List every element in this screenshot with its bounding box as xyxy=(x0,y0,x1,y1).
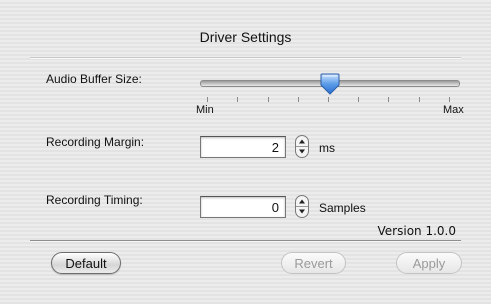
recording-timing-input[interactable]: 0 xyxy=(200,196,286,218)
apply-button[interactable]: Apply xyxy=(396,252,462,274)
slider-max-label: Max xyxy=(443,104,464,116)
slider-tick xyxy=(237,97,238,102)
slider-tick xyxy=(419,97,420,102)
default-button[interactable]: Default xyxy=(51,252,121,274)
revert-button[interactable]: Revert xyxy=(281,252,346,274)
version-label: Version 1.0.0 xyxy=(377,224,456,238)
slider-thumb-icon xyxy=(320,73,340,95)
slider-tick xyxy=(207,97,208,102)
slider-tick xyxy=(388,97,389,102)
audio-buffer-label: Audio Buffer Size: xyxy=(46,72,142,86)
recording-margin-unit: ms xyxy=(319,141,335,155)
slider-min-label: Min xyxy=(196,104,214,116)
audio-buffer-slider-thumb[interactable] xyxy=(319,72,341,96)
recording-margin-stepper[interactable] xyxy=(295,135,309,158)
title-divider xyxy=(30,57,461,59)
recording-margin-label: Recording Margin: xyxy=(46,135,145,149)
slider-tick xyxy=(268,97,269,102)
recording-timing-unit: Samples xyxy=(319,201,366,215)
stepper-arrows-icon xyxy=(295,195,309,218)
slider-tick xyxy=(328,97,329,102)
recording-timing-label: Recording Timing: xyxy=(46,193,143,207)
window-title: Driver Settings xyxy=(199,29,292,45)
stepper-arrows-icon xyxy=(295,135,309,158)
recording-margin-input[interactable]: 2 xyxy=(200,136,286,158)
slider-tick xyxy=(358,97,359,102)
slider-tick xyxy=(449,97,450,102)
slider-tick xyxy=(298,97,299,102)
recording-timing-stepper[interactable] xyxy=(295,195,309,218)
bottom-divider xyxy=(30,240,461,242)
